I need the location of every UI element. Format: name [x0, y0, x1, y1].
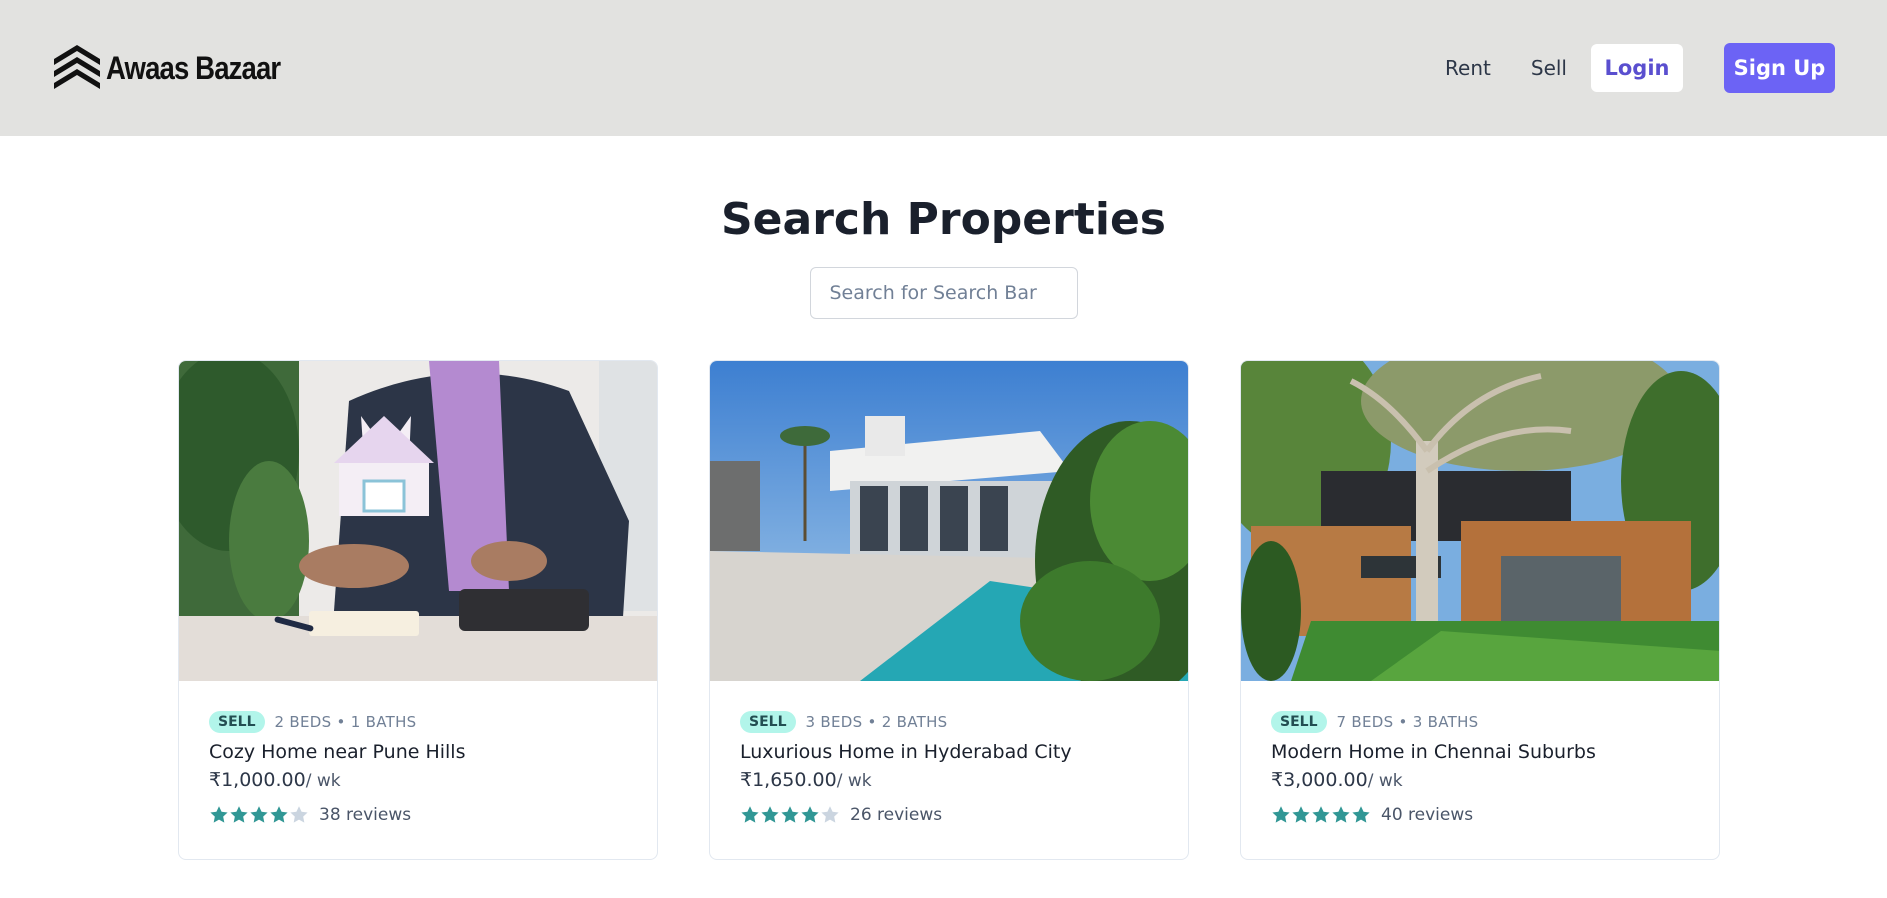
review-count: 38 reviews [319, 805, 412, 825]
star-filled-icon [230, 806, 248, 823]
brand[interactable]: Awaas Bazaar [52, 43, 309, 93]
listing-specs: 3 BEDS • 2 BATHS [805, 713, 948, 731]
listing-card[interactable]: SELL 3 BEDS • 2 BATHS Luxurious Home in … [709, 360, 1189, 860]
listing-specs: 7 BEDS • 3 BATHS [1336, 713, 1479, 731]
star-filled-icon [1352, 806, 1370, 823]
star-filled-icon [250, 806, 268, 823]
listing-meta: SELL 7 BEDS • 3 BATHS [1271, 711, 1689, 733]
star-filled-icon [761, 806, 779, 823]
listing-body: SELL 2 BEDS • 1 BATHS Cozy Home near Pun… [179, 681, 657, 825]
star-filled-icon [1312, 806, 1330, 823]
nav-link-rent[interactable]: Rent [1445, 56, 1491, 80]
nav-link-sell[interactable]: Sell [1531, 56, 1567, 80]
price-unit: / wk [836, 771, 872, 791]
listing-body: SELL 3 BEDS • 2 BATHS Luxurious Home in … [710, 681, 1188, 825]
main-content: Search Properties Search for Search Bar … [0, 194, 1887, 860]
listing-meta: SELL 3 BEDS • 2 BATHS [740, 711, 1158, 733]
star-filled-icon [781, 806, 799, 823]
listing-title[interactable]: Luxurious Home in Hyderabad City [740, 741, 1158, 763]
listing-type-badge: SELL [740, 711, 796, 733]
listing-card[interactable]: SELL 7 BEDS • 3 BATHS Modern Home in Che… [1240, 360, 1720, 860]
price-unit: / wk [305, 771, 341, 791]
listing-meta: SELL 2 BEDS • 1 BATHS [209, 711, 627, 733]
star-empty-icon [821, 806, 839, 823]
page-title: Search Properties [720, 194, 1166, 245]
price-amount: ₹1,650.00 [740, 769, 837, 791]
star-filled-icon [801, 806, 819, 823]
search-wrap [0, 267, 1887, 319]
rating: 38 reviews [209, 805, 627, 825]
listing-grid: SELL 2 BEDS • 1 BATHS Cozy Home near Pun… [178, 360, 1720, 860]
review-count: 26 reviews [850, 805, 943, 825]
chevron-stack-logo-icon [54, 45, 100, 89]
star-filled-icon [1332, 806, 1350, 823]
star-filled-icon [270, 806, 288, 823]
price-unit: / wk [1367, 771, 1403, 791]
star-rating [740, 805, 840, 825]
login-button[interactable]: Login [1591, 44, 1683, 92]
listing-type-badge: SELL [209, 711, 265, 733]
rating: 26 reviews [740, 805, 1158, 825]
brand-name: Awaas Bazaar [106, 49, 281, 86]
star-rating [209, 805, 309, 825]
listing-body: SELL 7 BEDS • 3 BATHS Modern Home in Che… [1241, 681, 1719, 825]
listing-type-badge: SELL [1271, 711, 1327, 733]
star-empty-icon [290, 806, 308, 823]
navbar: Awaas Bazaar Rent Sell Login Sign Up [0, 0, 1887, 136]
star-filled-icon [741, 806, 759, 823]
listing-photo [1241, 361, 1719, 681]
listing-price: ₹1,000.00/ wk [209, 769, 627, 791]
star-rating [1271, 805, 1371, 825]
signup-button[interactable]: Sign Up [1724, 43, 1835, 93]
star-filled-icon [1292, 806, 1310, 823]
listing-photo [710, 361, 1188, 681]
star-filled-icon [210, 806, 228, 823]
nav-menu: Rent Sell Login Sign Up [1445, 43, 1835, 93]
listing-price: ₹1,650.00/ wk [740, 769, 1158, 791]
listing-title[interactable]: Cozy Home near Pune Hills [209, 741, 627, 763]
listing-specs: 2 BEDS • 1 BATHS [274, 713, 417, 731]
search-input[interactable] [809, 267, 1078, 319]
listing-title[interactable]: Modern Home in Chennai Suburbs [1271, 741, 1689, 763]
review-count: 40 reviews [1381, 805, 1474, 825]
listing-price: ₹3,000.00/ wk [1271, 769, 1689, 791]
star-filled-icon [1272, 806, 1290, 823]
rating: 40 reviews [1271, 805, 1689, 825]
listing-photo [179, 361, 657, 681]
price-amount: ₹1,000.00 [209, 769, 306, 791]
price-amount: ₹3,000.00 [1271, 769, 1368, 791]
listing-card[interactable]: SELL 2 BEDS • 1 BATHS Cozy Home near Pun… [178, 360, 658, 860]
